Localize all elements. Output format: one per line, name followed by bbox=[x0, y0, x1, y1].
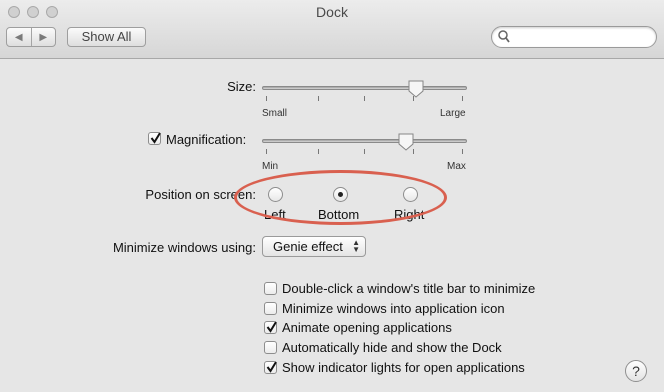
search-field[interactable] bbox=[491, 26, 657, 48]
minimize-into-icon-checkbox[interactable] bbox=[264, 302, 277, 315]
back-arrow-icon: ◀ bbox=[14, 31, 23, 43]
autohide-dock-checkbox[interactable] bbox=[264, 341, 277, 354]
position-right-label: Right bbox=[394, 207, 425, 222]
size-tick bbox=[318, 96, 319, 101]
size-min-label: Small bbox=[262, 108, 288, 119]
size-max-label: Large bbox=[440, 108, 466, 119]
minimize-effect-value: Genie effect bbox=[273, 239, 343, 254]
double-click-minimize-checkbox[interactable] bbox=[264, 282, 277, 295]
help-button[interactable]: ? bbox=[625, 360, 647, 382]
minimize-label: Minimize windows using: bbox=[112, 240, 256, 255]
back-button[interactable]: ◀ bbox=[7, 28, 31, 46]
size-slider-knob[interactable] bbox=[407, 80, 425, 98]
position-right-radio[interactable] bbox=[403, 187, 418, 202]
magnification-checkbox[interactable] bbox=[148, 132, 161, 145]
checkmark-icon bbox=[150, 132, 161, 144]
show-all-button[interactable]: Show All bbox=[67, 27, 146, 47]
magnification-max-label: Max bbox=[447, 161, 466, 172]
position-left-radio[interactable] bbox=[268, 187, 283, 202]
position-bottom-label: Bottom bbox=[318, 207, 360, 222]
size-label: Size: bbox=[227, 79, 256, 94]
magnification-tick bbox=[266, 149, 267, 154]
popup-arrows-icon: ▲ ▼ bbox=[352, 238, 360, 254]
window-title: Dock bbox=[316, 4, 348, 20]
size-tick bbox=[364, 96, 365, 101]
position-left-label: Left bbox=[264, 207, 286, 222]
forward-button[interactable]: ▶ bbox=[30, 28, 56, 46]
size-slider-track[interactable] bbox=[262, 86, 467, 90]
indicator-lights-label: Show indicator lights for open applicati… bbox=[282, 360, 525, 375]
indicator-lights-checkbox[interactable] bbox=[264, 361, 277, 374]
magnification-tick bbox=[364, 149, 365, 154]
dock-preferences-window: Dock ◀ ▶ Show All Size: Small Large Magn… bbox=[0, 0, 664, 392]
radio-selected-dot bbox=[338, 192, 343, 197]
magnification-slider-track[interactable] bbox=[262, 139, 467, 143]
magnification-tick bbox=[462, 149, 463, 154]
checkmark-icon bbox=[266, 361, 277, 373]
magnification-tick bbox=[318, 149, 319, 154]
magnification-label: Magnification: bbox=[166, 132, 247, 147]
search-icon bbox=[498, 30, 510, 43]
magnification-min-label: Min bbox=[262, 161, 279, 172]
navigation-buttons: ◀ ▶ bbox=[6, 27, 56, 47]
size-tick bbox=[462, 96, 463, 101]
position-bottom-radio[interactable] bbox=[333, 187, 348, 202]
autohide-dock-label: Automatically hide and show the Dock bbox=[282, 340, 502, 355]
forward-arrow-icon: ▶ bbox=[39, 31, 48, 43]
window-toolbar: Dock ◀ ▶ Show All bbox=[0, 0, 664, 59]
magnification-slider-knob[interactable] bbox=[397, 133, 415, 151]
search-input[interactable] bbox=[514, 29, 654, 47]
animate-opening-checkbox[interactable] bbox=[264, 321, 277, 334]
checkmark-icon bbox=[266, 321, 277, 333]
size-tick bbox=[266, 96, 267, 101]
animate-opening-label: Animate opening applications bbox=[282, 320, 452, 335]
position-label: Position on screen: bbox=[145, 187, 256, 202]
minimize-into-icon-label: Minimize windows into application icon bbox=[282, 301, 505, 316]
double-click-minimize-label: Double-click a window's title bar to min… bbox=[282, 281, 536, 296]
minimize-effect-popup[interactable]: Genie effect ▲ ▼ bbox=[262, 236, 366, 257]
